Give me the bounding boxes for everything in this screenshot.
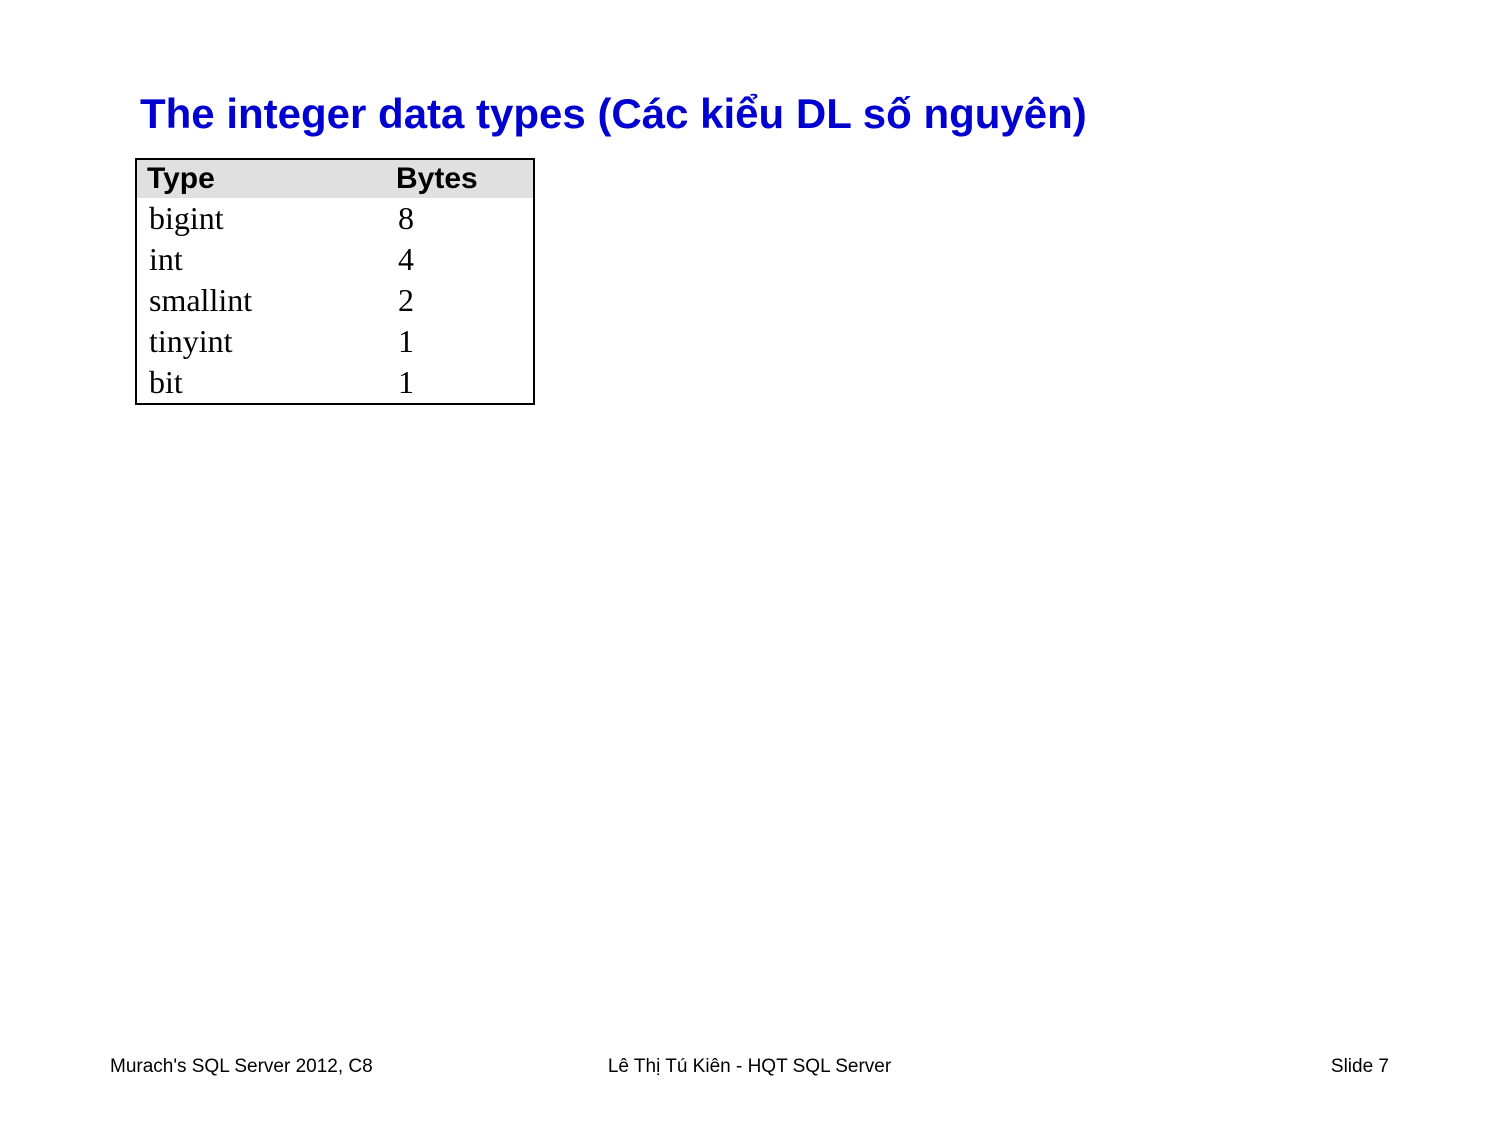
table-header-row: Type Bytes bbox=[136, 159, 534, 198]
table-row: bigint 8 bbox=[136, 198, 534, 239]
cell-type: tinyint bbox=[136, 321, 386, 362]
header-type: Type bbox=[136, 159, 386, 198]
slide-content: The integer data types (Các kiểu DL số n… bbox=[0, 0, 1499, 405]
slide-title: The integer data types (Các kiểu DL số n… bbox=[135, 90, 1364, 138]
cell-bytes: 2 bbox=[386, 280, 534, 321]
table-row: bit 1 bbox=[136, 362, 534, 404]
cell-bytes: 8 bbox=[386, 198, 534, 239]
footer-left: Murach's SQL Server 2012, C8 bbox=[110, 1056, 373, 1078]
footer-right: Slide 7 bbox=[1331, 1056, 1389, 1078]
table-row: smallint 2 bbox=[136, 280, 534, 321]
data-types-table: Type Bytes bigint 8 int 4 smallint 2 tin… bbox=[135, 158, 535, 405]
cell-bytes: 4 bbox=[386, 239, 534, 280]
cell-type: bigint bbox=[136, 198, 386, 239]
cell-bytes: 1 bbox=[386, 362, 534, 404]
footer-center: Lê Thị Tú Kiên - HQT SQL Server bbox=[608, 1056, 891, 1078]
table-row: tinyint 1 bbox=[136, 321, 534, 362]
header-bytes: Bytes bbox=[386, 159, 534, 198]
slide-footer: Murach's SQL Server 2012, C8 Lê Thị Tú K… bbox=[0, 1056, 1499, 1078]
cell-type: bit bbox=[136, 362, 386, 404]
cell-type: int bbox=[136, 239, 386, 280]
cell-type: smallint bbox=[136, 280, 386, 321]
cell-bytes: 1 bbox=[386, 321, 534, 362]
table-row: int 4 bbox=[136, 239, 534, 280]
